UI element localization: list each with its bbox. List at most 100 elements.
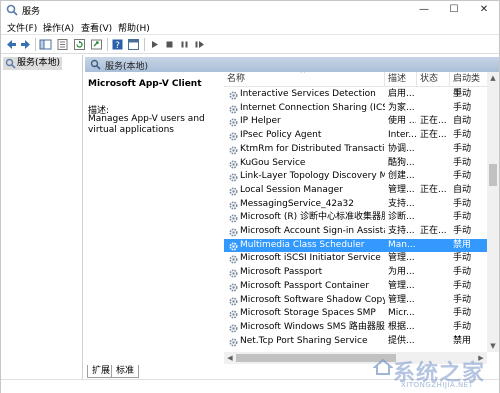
gear-icon xyxy=(229,338,238,347)
service-description: 支持... xyxy=(388,198,415,209)
service-startup-type: 手动 xyxy=(453,143,472,154)
service-startup-type: 手动 xyxy=(453,280,472,291)
service-row[interactable]: Interactive Services Detection 启用... 手动 xyxy=(224,88,488,102)
service-startup-type: 手动 xyxy=(453,226,472,236)
service-row[interactable]: Microsoft Windows SMS 路由器服务...根据... 手动 xyxy=(224,321,488,335)
services-list: ^ 名称 描述 状态 启动类型 Interactive Services Det… xyxy=(224,72,499,364)
service-row[interactable]: Microsoft Passport 为用... 手动 xyxy=(224,266,488,280)
service-name: Local Session Manager xyxy=(240,184,343,195)
service-startup-type: 手动 xyxy=(453,89,472,99)
service-description: 根据... xyxy=(388,321,415,332)
service-description: 管理... xyxy=(388,253,415,264)
service-description: 管理... xyxy=(388,280,415,291)
menu-view[interactable]: 查看(V) xyxy=(81,21,112,34)
toolbar-separator xyxy=(144,38,145,51)
title-bar: 服务 — ☐ ✕ xyxy=(1,1,499,19)
start-service-icon[interactable] xyxy=(148,38,161,51)
services-icon xyxy=(90,59,101,70)
restart-service-icon[interactable] xyxy=(193,38,206,51)
service-row[interactable]: KtmRm for Distributed Transaction ...协调.… xyxy=(224,143,488,157)
pane-header-label: 服务(本地) xyxy=(105,62,149,72)
gear-icon xyxy=(229,173,238,182)
service-name: MessagingService_42a32 xyxy=(240,198,355,209)
minimize-button[interactable]: — xyxy=(409,1,439,19)
service-row[interactable]: Microsoft (R) 诊断中心标准收集器服务 诊断... 手动 xyxy=(224,211,488,225)
stop-service-icon[interactable] xyxy=(163,38,176,51)
service-row[interactable]: Local Session Manager 管理... 正在... 自动 xyxy=(224,184,488,198)
service-description: Micr... xyxy=(388,308,415,319)
service-row[interactable]: Microsoft Account Sign-in Assistant 支持...… xyxy=(224,225,488,239)
service-name: IP Helper xyxy=(240,116,281,127)
service-startup-type: 手动 xyxy=(453,321,472,332)
gear-icon xyxy=(229,255,238,264)
column-header-description[interactable]: 描述 xyxy=(385,72,417,87)
menu-action[interactable]: 操作(A) xyxy=(43,21,74,34)
service-row[interactable]: Multimedia Class Scheduler Man... 禁用 xyxy=(224,238,488,253)
service-row[interactable]: IPsec Policy Agent Inter... 正在... 手动 xyxy=(224,129,488,143)
gear-icon xyxy=(229,132,238,141)
scroll-left-icon[interactable]: ◀ xyxy=(224,352,236,364)
tree-item-label: 服务(本地) xyxy=(17,58,61,68)
column-header-startup-type[interactable]: 启动类型 xyxy=(450,72,488,99)
gear-icon xyxy=(229,105,238,114)
gear-icon xyxy=(229,118,238,127)
tree-item-services-local[interactable]: 服务(本地) xyxy=(3,57,63,70)
close-button[interactable]: ✕ xyxy=(469,1,499,19)
console-tree-icon[interactable] xyxy=(39,38,52,51)
export-list-icon[interactable] xyxy=(90,38,103,51)
vertical-scrollbar[interactable]: ▲ ▼ xyxy=(487,72,499,352)
gear-icon xyxy=(229,269,238,278)
service-row[interactable]: KuGou Service 酷狗... 手动 xyxy=(224,157,488,171)
service-description: 管理... xyxy=(388,294,415,305)
service-startup-type: 手动 xyxy=(453,198,472,209)
console-view-icon[interactable] xyxy=(127,38,140,51)
column-header-name[interactable]: 名称 xyxy=(224,72,385,87)
service-startup-type: 手动 xyxy=(453,171,472,182)
service-status: 正在... xyxy=(420,116,447,127)
service-row[interactable]: MessagingService_42a32 支持... 手动 xyxy=(224,198,488,212)
service-row[interactable]: Internet Connection Sharing (ICS) 为家... 手动 xyxy=(224,102,488,116)
service-startup-type: 手动 xyxy=(453,308,472,319)
column-header-status[interactable]: 状态 xyxy=(417,72,450,87)
service-row[interactable]: Microsoft Software Shadow Copy P...管理...… xyxy=(224,294,488,308)
services-icon xyxy=(5,58,16,69)
service-description: 为用... xyxy=(388,267,415,278)
svg-text:?: ? xyxy=(115,41,120,51)
gear-icon xyxy=(229,296,238,306)
tab-standard[interactable]: 标准 xyxy=(111,365,140,378)
pause-service-icon[interactable] xyxy=(178,38,191,51)
refresh-icon[interactable] xyxy=(73,38,86,51)
gear-icon xyxy=(229,324,238,333)
back-arrow-icon[interactable] xyxy=(5,38,18,51)
service-description: 协调... xyxy=(388,143,415,154)
service-name: Microsoft Software Shadow Copy P... xyxy=(240,294,385,305)
service-description: Inter... xyxy=(388,130,416,141)
scroll-down-icon[interactable]: ▼ xyxy=(487,340,499,352)
service-name: Microsoft Passport Container xyxy=(240,280,370,291)
watermark-url: XITONGZHIJIA.NET xyxy=(401,381,474,389)
help-icon[interactable]: ? xyxy=(111,38,124,51)
menu-file[interactable]: 文件(F) xyxy=(7,21,37,34)
menu-help[interactable]: 帮助(H) xyxy=(118,21,150,34)
scroll-up-icon[interactable]: ▲ xyxy=(487,72,499,84)
service-name: Internet Connection Sharing (ICS) xyxy=(240,102,385,113)
vertical-scroll-thumb[interactable] xyxy=(489,164,497,186)
gear-icon xyxy=(229,201,238,210)
service-row[interactable]: Microsoft iSCSI Initiator Service 管理... 手动 xyxy=(224,252,488,266)
service-startup-type: 手动 xyxy=(453,102,472,113)
service-name: Microsoft iSCSI Initiator Service xyxy=(240,253,381,264)
gear-icon xyxy=(229,187,238,196)
service-row[interactable]: Microsoft Storage Spaces SMP Micr... 手动 xyxy=(224,307,488,321)
maximize-button[interactable]: ☐ xyxy=(439,1,469,19)
service-name: IPsec Policy Agent xyxy=(240,130,322,141)
forward-arrow-icon[interactable] xyxy=(19,38,32,51)
service-row[interactable]: Link-Layer Topology Discovery Ma...创建...… xyxy=(224,170,488,184)
service-description: Man... xyxy=(388,239,416,250)
properties-icon[interactable] xyxy=(56,38,69,51)
services-app-icon xyxy=(6,4,18,16)
gear-icon xyxy=(229,228,238,237)
gear-icon xyxy=(229,310,238,319)
service-row[interactable]: IP Helper 使用 ... 正在... 自动 xyxy=(224,115,488,129)
service-row[interactable]: Net.Tcp Port Sharing Service 提供... 禁用 xyxy=(224,335,488,349)
service-row[interactable]: Microsoft Passport Container 管理... 手动 xyxy=(224,280,488,294)
